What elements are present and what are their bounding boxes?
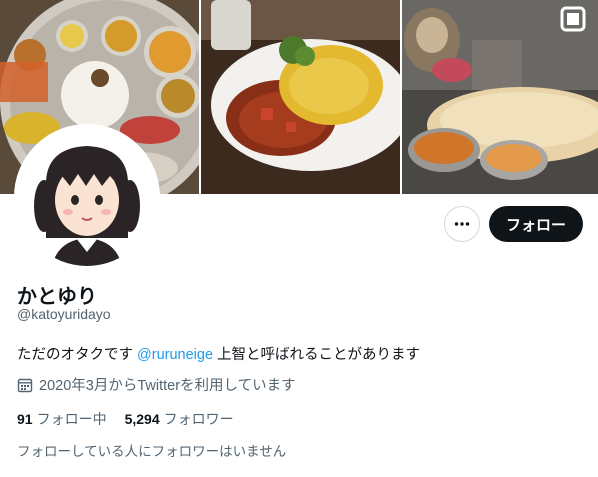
- following-count: 91: [17, 411, 33, 427]
- more-horizontal-icon: [454, 222, 470, 226]
- bio-text-prefix: ただのオタクです: [17, 347, 138, 363]
- profile-stats: 91 フォロー中 5,294 フォロワー: [17, 409, 234, 429]
- banner-photo-curry-rice[interactable]: [201, 0, 400, 194]
- profile-name: かとゆり: [17, 286, 97, 308]
- followers-label: フォロワー: [163, 411, 234, 427]
- followers-link[interactable]: 5,294 フォロワー: [125, 409, 234, 429]
- calendar-icon: [17, 378, 33, 392]
- profile-bio: ただのオタクです @ruruneige 上智と呼ばれることがあります: [17, 343, 420, 364]
- follow-button[interactable]: フォロー: [489, 206, 583, 242]
- joined-text: 2020年3月からTwitterを利用しています: [39, 378, 296, 394]
- bio-mention-link[interactable]: @ruruneige: [137, 347, 213, 363]
- followers-you-know: フォローしている人にフォロワーはいません: [17, 444, 287, 459]
- bio-text-suffix: 上智と呼ばれることがあります: [213, 347, 421, 363]
- following-link[interactable]: 91 フォロー中: [17, 409, 107, 429]
- banner-photo-dog-naan[interactable]: [402, 0, 598, 194]
- joined-date: 2020年3月からTwitterを利用しています: [17, 374, 296, 395]
- following-label: フォロー中: [36, 411, 107, 427]
- avatar[interactable]: [14, 124, 160, 270]
- profile-handle: @katoyuridayo: [17, 306, 111, 322]
- more-button[interactable]: [444, 206, 480, 242]
- followers-count: 5,294: [124, 411, 160, 427]
